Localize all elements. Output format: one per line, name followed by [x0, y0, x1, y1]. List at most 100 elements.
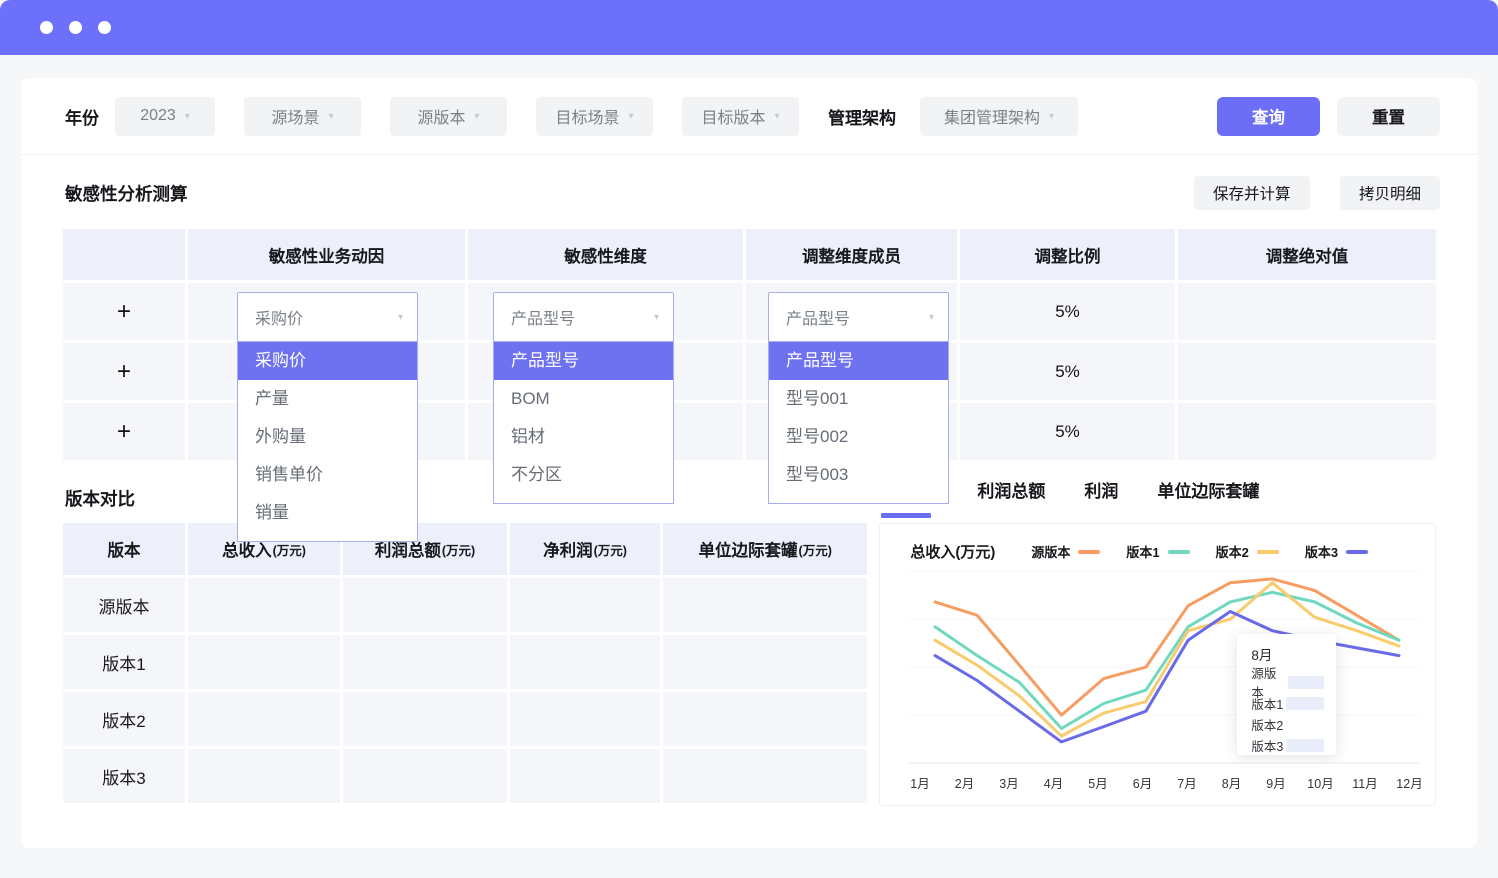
dropdown-options: 产品型号型号001型号002型号003	[768, 341, 949, 504]
version-value-cell	[343, 692, 507, 746]
tab-2[interactable]: 利润	[1084, 477, 1118, 502]
active-tab-indicator	[881, 513, 931, 518]
header-label: 版本	[108, 537, 141, 561]
dropdown-option[interactable]: 产品型号	[494, 342, 673, 380]
filter-select-3[interactable]: 目标版本▾	[682, 97, 799, 136]
x-axis-label: 3月	[1000, 777, 1019, 791]
sens-header-blank	[63, 229, 185, 280]
driver-dropdown-1: 产品型号▾产品型号BOM铝材不分区	[493, 292, 674, 342]
dropdown-option[interactable]: 铝材	[494, 418, 673, 456]
window-control-dot[interactable]	[69, 21, 82, 34]
copy-detail-button[interactable]: 拷贝明细	[1340, 176, 1440, 210]
ratio-cell: 5%	[960, 403, 1175, 460]
add-row-button[interactable]: +	[63, 343, 185, 400]
tooltip-series-label: 版本3	[1251, 736, 1283, 755]
reset-button[interactable]: 重置	[1337, 97, 1440, 136]
revenue-chart-card: 总收入(万元) 源版本版本1版本2版本3 1月2月3月4月5月6月7月8月9月1…	[879, 523, 1436, 806]
legend-item-0[interactable]: 源版本	[1031, 542, 1100, 561]
filter-select-label: 源场景	[271, 104, 319, 128]
legend-item-1[interactable]: 版本1	[1126, 542, 1189, 561]
chevron-down-icon: ▾	[398, 312, 403, 323]
dropdown-option[interactable]: BOM	[494, 380, 673, 418]
x-axis-label: 1月	[911, 777, 930, 791]
chevron-down-icon: ▾	[628, 111, 633, 122]
header-label: 单位边际套罐	[699, 537, 798, 561]
version-row-label: 版本2	[63, 692, 185, 746]
add-row-button[interactable]: +	[63, 403, 185, 460]
version-value-cell	[188, 749, 340, 803]
sens-cell	[1178, 403, 1436, 460]
window-control-dot[interactable]	[40, 21, 53, 34]
version-value-cell	[510, 749, 660, 803]
legend-label: 版本2	[1216, 542, 1249, 561]
version-value-cell	[188, 692, 340, 746]
tooltip-row-3: 版本3	[1251, 735, 1324, 755]
x-axis-label: 7月	[1178, 777, 1197, 791]
mgmt-structure-select[interactable]: 集团管理架构 ▾	[920, 97, 1078, 136]
legend-label: 版本3	[1305, 542, 1338, 561]
version-compare-table: 版本总收入(万元)利润总额(万元)净利润(万元)单位边际套罐(万元)源版本版本1…	[63, 523, 867, 803]
tooltip-series-label: 版本2	[1251, 715, 1283, 734]
chevron-down-icon: ▾	[185, 111, 190, 122]
dropdown-option[interactable]: 销售单价	[238, 456, 417, 494]
x-axis-label: 11月	[1353, 777, 1378, 791]
ratio-cell: 5%	[960, 343, 1175, 400]
version-value-cell	[343, 635, 507, 689]
mgmt-structure-label: 管理架构	[828, 104, 896, 129]
header-unit: (万元)	[594, 540, 627, 559]
legend-swatch	[1257, 550, 1279, 554]
filter-select-1[interactable]: 源版本▾	[390, 97, 507, 136]
dropdown-trigger[interactable]: 产品型号▾	[493, 292, 674, 342]
dropdown-option[interactable]: 销量	[238, 494, 417, 532]
version-header-3: 净利润(万元)	[510, 523, 660, 575]
dropdown-options: 采购价产量外购量销售单价销量	[237, 341, 418, 542]
chevron-down-icon: ▾	[654, 312, 659, 323]
header-unit: (万元)	[273, 540, 306, 559]
dropdown-option[interactable]: 采购价	[238, 342, 417, 380]
dropdown-trigger[interactable]: 采购价▾	[237, 292, 418, 342]
version-row-label: 版本3	[63, 749, 185, 803]
chevron-down-icon: ▾	[474, 111, 479, 122]
dropdown-selected-value: 产品型号	[511, 305, 654, 329]
save-and-calculate-button[interactable]: 保存并计算	[1194, 176, 1310, 210]
version-value-cell	[188, 578, 340, 632]
dropdown-option[interactable]: 型号003	[769, 456, 948, 494]
version-value-cell	[663, 749, 867, 803]
tab-1[interactable]: 利润总额	[977, 477, 1045, 502]
sens-header-0: 敏感性业务动因	[188, 229, 465, 280]
window-titlebar	[0, 0, 1498, 55]
window-control-dot[interactable]	[98, 21, 111, 34]
dropdown-option[interactable]: 外购量	[238, 418, 417, 456]
legend-item-3[interactable]: 版本3	[1305, 542, 1368, 561]
header-unit: (万元)	[442, 540, 475, 559]
year-select[interactable]: 2023 ▾	[115, 97, 215, 136]
metric-tabs: 总收入利润总额利润单位边际套罐	[879, 477, 1436, 523]
legend-item-2[interactable]: 版本2	[1216, 542, 1279, 561]
dropdown-option[interactable]: 不分区	[494, 456, 673, 494]
dropdown-option[interactable]: 型号002	[769, 418, 948, 456]
version-header-0: 版本	[63, 523, 185, 575]
tab-3[interactable]: 单位边际套罐	[1157, 477, 1259, 502]
dropdown-option[interactable]: 型号001	[769, 380, 948, 418]
add-row-button[interactable]: +	[63, 283, 185, 340]
version-value-cell	[343, 749, 507, 803]
dropdown-trigger[interactable]: 产品型号▾	[768, 292, 949, 342]
version-row-label: 版本1	[63, 635, 185, 689]
chevron-down-icon: ▾	[774, 111, 779, 122]
sens-header-1: 敏感性维度	[468, 229, 743, 280]
tab-label: 利润	[1084, 477, 1118, 502]
sens-header-4: 调整绝对值	[1178, 229, 1436, 280]
dropdown-options: 产品型号BOM铝材不分区	[493, 341, 674, 504]
version-value-cell	[510, 635, 660, 689]
main-panel: 年份 2023 ▾ 源场景▾源版本▾目标场景▾目标版本▾ 管理架构 集团管理架构…	[21, 78, 1477, 848]
version-value-cell	[663, 578, 867, 632]
filter-select-label: 目标场景	[555, 104, 619, 128]
chart-tooltip: 8月 源版本版本1版本2版本3	[1237, 634, 1336, 755]
dropdown-option[interactable]: 产品型号	[769, 342, 948, 380]
filter-select-2[interactable]: 目标场景 ▾	[536, 97, 653, 136]
tooltip-value-pill	[1288, 676, 1325, 689]
dropdown-option[interactable]: 产量	[238, 380, 417, 418]
legend-swatch	[1168, 550, 1190, 554]
query-button[interactable]: 查询	[1217, 97, 1320, 136]
filter-select-0[interactable]: 源场景▾	[244, 97, 361, 136]
